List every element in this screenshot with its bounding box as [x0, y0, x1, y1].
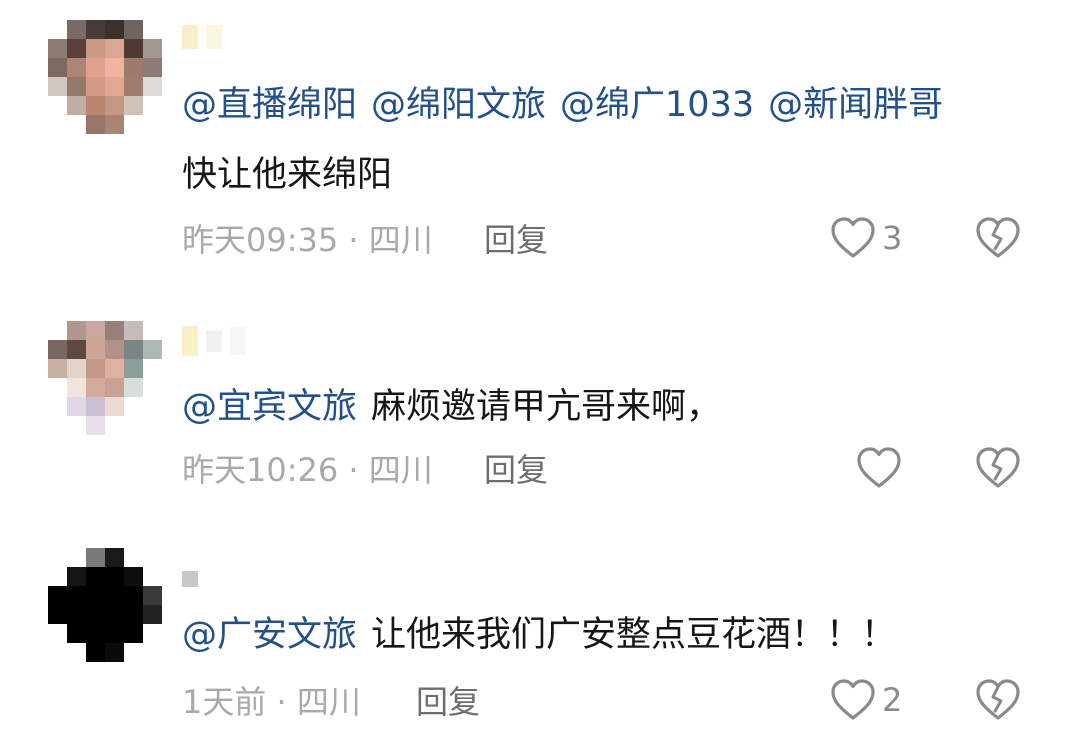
- mention-link[interactable]: @新闻胖哥: [768, 85, 943, 125]
- comment-body: @广安文旅 让他来我们广安整点豆花酒！！！: [182, 612, 896, 658]
- comment-text: 快让他来绵阳: [182, 155, 393, 195]
- like-count: 2: [882, 681, 903, 719]
- comment-time: 1天前: [182, 683, 267, 721]
- like-count: 3: [882, 219, 903, 257]
- avatar[interactable]: [48, 321, 162, 435]
- comment-text: 让他来我们广安整点豆花酒！！！: [371, 615, 897, 655]
- comment-text: 麻烦邀请甲亢哥来啊，: [371, 387, 722, 427]
- meta-separator: ·: [348, 221, 369, 259]
- like-button[interactable]: 3: [830, 216, 902, 260]
- comment-time: 昨天09:35: [182, 221, 339, 259]
- comment-time: 昨天10:26: [182, 451, 339, 489]
- username-blurred[interactable]: [182, 326, 246, 356]
- reply-button[interactable]: 回复: [416, 682, 480, 722]
- dislike-button[interactable]: [974, 216, 1022, 264]
- comment-meta: 1天前 · 四川: [182, 682, 361, 722]
- reply-button[interactable]: 回复: [484, 450, 548, 490]
- comment-location: 四川: [368, 221, 433, 259]
- heart-outline-icon: [831, 217, 875, 258]
- broken-heart-icon: [976, 447, 1020, 488]
- comment-meta: 昨天10:26 · 四川: [182, 450, 433, 490]
- dislike-button[interactable]: [974, 678, 1022, 726]
- like-button[interactable]: 2: [830, 678, 902, 722]
- username-blurred[interactable]: [182, 22, 222, 52]
- mention-link[interactable]: @直播绵阳: [182, 85, 357, 125]
- comment-mentions-line: @直播绵阳 @绵阳文旅 @绵广1033 @新闻胖哥: [182, 82, 943, 128]
- comment-location: 四川: [368, 451, 433, 489]
- dislike-button[interactable]: [974, 446, 1022, 494]
- mention-link[interactable]: @绵广1033: [560, 85, 754, 125]
- comment-location: 四川: [296, 683, 361, 721]
- username-blurred[interactable]: [182, 564, 198, 594]
- heart-outline-icon: [857, 447, 901, 488]
- mention-link[interactable]: @绵阳文旅: [371, 85, 546, 125]
- meta-separator: ·: [276, 683, 297, 721]
- avatar[interactable]: [48, 20, 162, 134]
- heart-outline-icon: [831, 679, 875, 720]
- broken-heart-icon: [976, 679, 1020, 720]
- comment-body: @宜宾文旅 麻烦邀请甲亢哥来啊，: [182, 384, 721, 430]
- broken-heart-icon: [976, 217, 1020, 258]
- comment-meta: 昨天09:35 · 四川: [182, 220, 433, 260]
- meta-separator: ·: [348, 451, 369, 489]
- like-button[interactable]: [856, 446, 902, 490]
- avatar[interactable]: [48, 548, 162, 662]
- mention-link[interactable]: @宜宾文旅: [182, 387, 357, 427]
- mention-link[interactable]: @广安文旅: [182, 615, 357, 655]
- reply-button[interactable]: 回复: [484, 220, 548, 260]
